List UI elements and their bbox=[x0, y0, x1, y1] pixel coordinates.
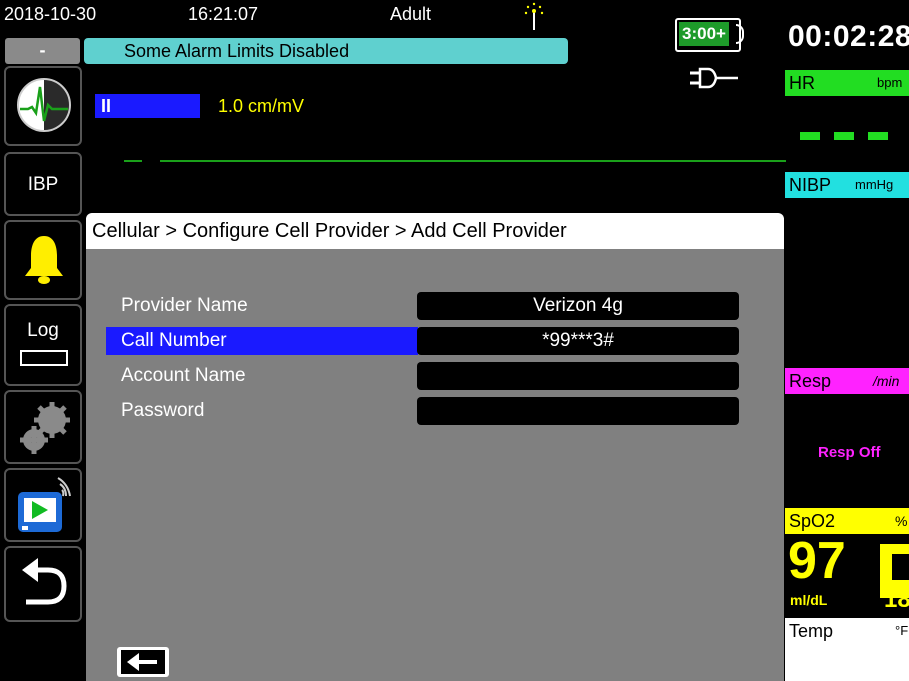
hr-dash-2 bbox=[834, 132, 854, 140]
resp-label: Resp bbox=[789, 371, 832, 391]
account-name-label: Account Name bbox=[121, 365, 246, 386]
alarm-button[interactable] bbox=[4, 220, 82, 300]
log-button[interactable]: Log bbox=[4, 304, 82, 386]
battery-nub bbox=[736, 24, 744, 44]
hr-dash-3 bbox=[868, 132, 888, 140]
lead-label: II bbox=[101, 96, 112, 116]
ibp-label: IBP bbox=[27, 174, 59, 195]
back-arrow-icon bbox=[20, 556, 70, 614]
password-label: Password bbox=[121, 400, 205, 421]
alarm-message-banner: Some Alarm Limits Disabled bbox=[84, 38, 568, 64]
time-display: 16:21:07 bbox=[188, 4, 259, 24]
sphb-value: 18 bbox=[884, 586, 909, 613]
temp-unit: °F bbox=[895, 623, 909, 638]
spo2-unit: % bbox=[895, 513, 908, 529]
lead-selector[interactable]: II bbox=[95, 94, 200, 118]
hr-dash-1 bbox=[800, 132, 820, 140]
ecg-heart-icon bbox=[16, 77, 72, 133]
monitor-transmit-icon bbox=[14, 474, 78, 538]
left-arrow-icon bbox=[121, 650, 165, 674]
nibp-unit: mmHg bbox=[855, 177, 894, 192]
bell-icon bbox=[22, 232, 66, 286]
spo2-value: 97 bbox=[788, 532, 846, 590]
provider-name-field[interactable]: Verizon 4g bbox=[417, 292, 739, 320]
battery-time: 3:00+ bbox=[679, 22, 729, 46]
resp-status: Resp Off bbox=[818, 444, 881, 461]
date-display: 2018-10-30 bbox=[4, 4, 97, 24]
password-field[interactable] bbox=[417, 397, 739, 425]
spo2-header[interactable]: SpO2 % bbox=[785, 508, 909, 534]
temp-value-area bbox=[785, 644, 909, 681]
hr-unit: bpm bbox=[877, 75, 903, 90]
patient-mode: Adult bbox=[390, 4, 432, 24]
call-number-field[interactable]: *99***3# bbox=[417, 327, 739, 355]
battery-indicator: 3:00+ bbox=[675, 18, 741, 52]
temp-label: Temp bbox=[789, 621, 834, 641]
resp-header[interactable]: Resp /min bbox=[785, 368, 909, 394]
provider-name-label: Provider Name bbox=[121, 295, 248, 316]
log-label: Log bbox=[27, 320, 59, 341]
elapsed-timer: 00:02:28 bbox=[788, 20, 909, 53]
hr-header[interactable]: HR bpm bbox=[785, 70, 909, 96]
log-progress-bar bbox=[20, 350, 68, 366]
hr-label: HR bbox=[789, 73, 815, 93]
nibp-label: NIBP bbox=[789, 175, 832, 195]
call-number-label: Call Number bbox=[121, 330, 227, 351]
spo2-signal-bar-empty bbox=[892, 554, 909, 580]
sphb-unit: ml/dL bbox=[790, 592, 828, 608]
back-button[interactable] bbox=[4, 546, 82, 622]
power-plug-icon bbox=[688, 66, 742, 90]
nibp-header[interactable]: NIBP mmHg bbox=[785, 172, 909, 198]
ecg-baseline-segment bbox=[124, 160, 142, 162]
spo2-label: SpO2 bbox=[789, 511, 836, 531]
ibp-button[interactable]: IBP bbox=[4, 152, 82, 216]
ecg-baseline bbox=[160, 160, 786, 162]
gears-icon bbox=[20, 400, 72, 456]
dialog-breadcrumb: Cellular > Configure Cell Provider > Add… bbox=[86, 213, 784, 249]
transmit-button[interactable] bbox=[4, 468, 82, 542]
dialog-back-button[interactable] bbox=[117, 647, 169, 677]
account-name-field[interactable] bbox=[417, 362, 739, 390]
antenna-icon bbox=[524, 2, 544, 32]
ecg-scale: 1.0 cm/mV bbox=[218, 96, 305, 116]
alarm-silence-button[interactable]: - bbox=[5, 38, 80, 64]
resp-unit: /min bbox=[873, 373, 900, 389]
ecg-button[interactable] bbox=[4, 66, 82, 146]
temp-header[interactable]: Temp °F bbox=[785, 618, 909, 644]
settings-button[interactable] bbox=[4, 390, 82, 464]
